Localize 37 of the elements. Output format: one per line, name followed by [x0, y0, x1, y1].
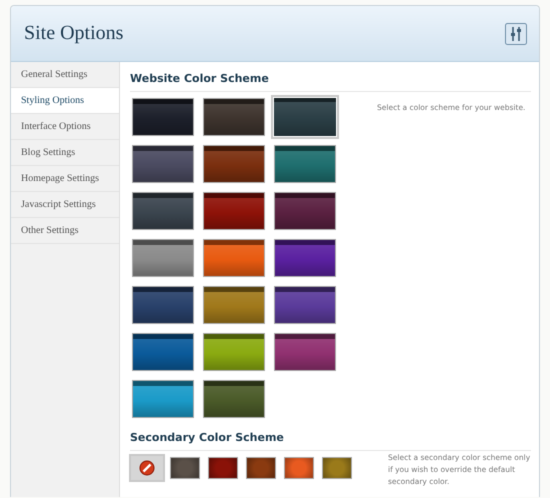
color-swatch[interactable] [322, 457, 352, 479]
color-swatch[interactable] [203, 239, 265, 277]
sidebar-item[interactable]: Blog Settings [11, 140, 119, 166]
color-swatch[interactable] [203, 286, 265, 324]
color-swatch[interactable] [274, 286, 336, 324]
no-color-button[interactable] [129, 454, 165, 482]
sidebar-item[interactable]: Other Settings [11, 218, 119, 244]
color-swatch[interactable] [203, 380, 265, 418]
section-heading: Secondary Color Scheme [130, 431, 531, 451]
sidebar-item[interactable]: Homepage Settings [11, 166, 119, 192]
color-swatch[interactable] [274, 192, 336, 230]
color-swatch[interactable] [203, 98, 265, 136]
color-swatch[interactable] [271, 95, 339, 139]
color-swatch[interactable] [208, 457, 238, 479]
color-swatch[interactable] [132, 286, 194, 324]
sidebar-item[interactable]: Styling Options [11, 88, 119, 114]
page-title: Site Options [24, 22, 124, 45]
color-swatch[interactable] [132, 98, 194, 136]
color-swatch[interactable] [274, 333, 336, 371]
color-swatch[interactable] [132, 333, 194, 371]
color-swatch[interactable] [170, 457, 200, 479]
color-swatch[interactable] [132, 380, 194, 418]
sidebar-item[interactable]: Interface Options [11, 114, 119, 140]
sliders-icon[interactable] [505, 22, 527, 44]
color-swatch[interactable] [246, 457, 276, 479]
color-swatch[interactable] [284, 457, 314, 479]
color-swatch[interactable] [203, 333, 265, 371]
sidebar-item[interactable]: Javascript Settings [11, 192, 119, 218]
color-swatch[interactable] [274, 145, 336, 183]
prohibited-icon [139, 460, 155, 476]
color-swatch[interactable] [274, 239, 336, 277]
section-heading: Website Color Scheme [130, 72, 531, 92]
color-swatch[interactable] [132, 239, 194, 277]
color-swatch[interactable] [132, 192, 194, 230]
color-swatch[interactable] [203, 192, 265, 230]
color-swatch[interactable] [132, 145, 194, 183]
color-swatch[interactable] [203, 145, 265, 183]
